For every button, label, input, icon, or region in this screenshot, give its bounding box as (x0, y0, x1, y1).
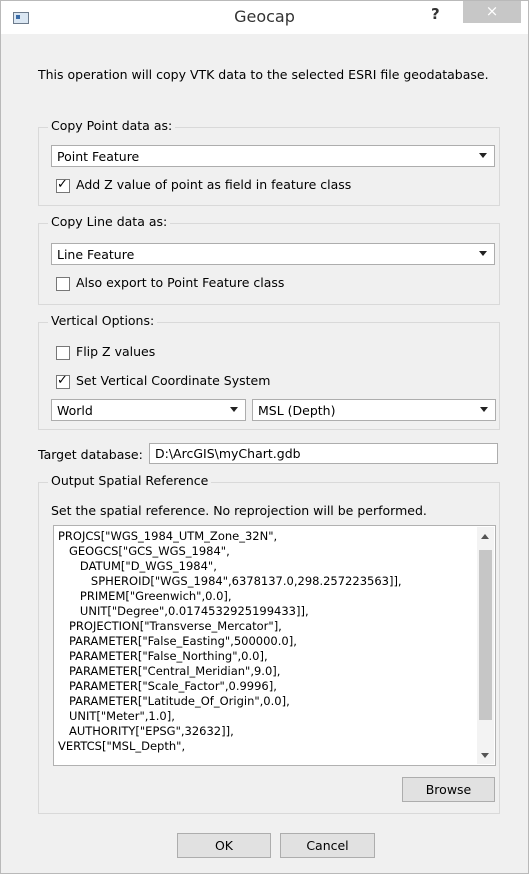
checkbox-unchecked-icon (56, 346, 70, 360)
target-database-input[interactable]: D:\ArcGIS\myChart.gdb (149, 443, 498, 464)
depth-dropdown[interactable]: MSL (Depth) (252, 399, 496, 421)
scroll-up-arrow-icon[interactable] (481, 534, 489, 539)
output-spatial-reference-title: Output Spatial Reference (48, 473, 212, 488)
add-z-checkbox-label: Add Z value of point as field in feature… (76, 177, 352, 192)
chevron-down-icon (479, 153, 487, 158)
title-bar[interactable]: Geocap ? × (1, 1, 528, 34)
checkbox-checked-icon (56, 373, 70, 389)
browse-button[interactable]: Browse (402, 777, 495, 802)
help-icon[interactable]: ? (431, 5, 440, 23)
chevron-down-icon (230, 407, 238, 412)
line-type-dropdown[interactable]: Line Feature (51, 243, 495, 265)
scrollbar-thumb[interactable] (479, 550, 492, 720)
world-dropdown[interactable]: World (51, 399, 246, 421)
flip-z-label: Flip Z values (76, 344, 156, 359)
export-point-feature-label: Also export to Point Feature class (76, 275, 285, 290)
chevron-down-icon (479, 251, 487, 256)
ok-button[interactable]: OK (177, 833, 271, 858)
geocap-dialog: Geocap ? × This operation will copy VTK … (0, 0, 529, 874)
close-icon[interactable]: × (463, 1, 521, 23)
set-vertical-coordinate-system-label: Set Vertical Coordinate System (76, 373, 271, 388)
checkbox-checked-icon (56, 177, 70, 193)
copy-line-group-title: Copy Line data as: (48, 214, 171, 229)
chevron-down-icon (480, 407, 488, 412)
spatial-reference-textarea[interactable]: PROJCS["WGS_1984_UTM_Zone_32N", GEOGCS["… (53, 525, 496, 766)
depth-selected-value: MSL (Depth) (258, 403, 336, 418)
vertical-options-title: Vertical Options: (48, 313, 158, 328)
window-title: Geocap (234, 7, 295, 26)
copy-point-group-title: Copy Point data as: (48, 118, 176, 133)
cancel-button[interactable]: Cancel (280, 833, 375, 858)
intro-text: This operation will copy VTK data to the… (38, 67, 489, 82)
line-type-selected-value: Line Feature (57, 247, 135, 262)
vertical-scrollbar[interactable] (477, 527, 494, 764)
target-database-label: Target database: (38, 447, 143, 462)
checkbox-unchecked-icon (56, 277, 70, 291)
scroll-down-arrow-icon[interactable] (481, 753, 489, 758)
point-type-dropdown[interactable]: Point Feature (51, 145, 495, 167)
world-selected-value: World (57, 403, 93, 418)
spatial-reference-text: PROJCS["WGS_1984_UTM_Zone_32N", GEOGCS["… (58, 529, 402, 753)
spatial-reference-note: Set the spatial reference. No reprojecti… (51, 503, 427, 518)
point-type-selected-value: Point Feature (57, 149, 140, 164)
